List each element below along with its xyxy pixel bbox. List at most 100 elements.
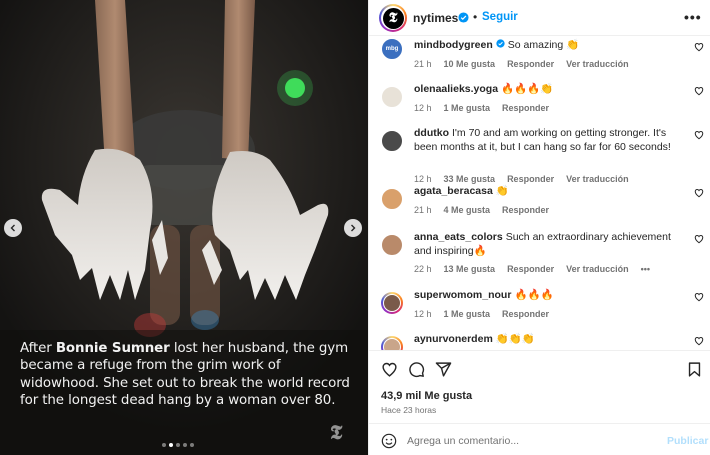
comment-time: 12 h <box>414 308 432 319</box>
verified-badge-icon <box>458 12 469 23</box>
comment-likes[interactable]: 13 Me gusta <box>444 264 496 274</box>
chevron-left-icon <box>10 224 15 232</box>
post-photo[interactable]: After Bonnie Sumner lost her husband, th… <box>0 0 368 455</box>
header-separator: • <box>473 10 478 24</box>
comment-body: 👏 <box>495 185 509 197</box>
comment-body: 🔥🔥🔥👏 <box>501 83 554 95</box>
carousel-dots <box>162 443 194 447</box>
translate-button[interactable]: Ver traducción <box>566 174 629 184</box>
comment-username[interactable]: olenaalieks.yoga <box>414 83 498 95</box>
follow-button[interactable]: Seguir <box>482 11 518 23</box>
nyt-watermark-logo: 𝕿 <box>330 420 343 444</box>
comment-username[interactable]: mindbodygreen <box>414 39 493 51</box>
comment-more-icon[interactable]: ••• <box>641 264 650 274</box>
carousel-dot[interactable] <box>169 443 173 447</box>
comment-text: anna_eats_colors Such an extraordinary ac… <box>414 231 684 258</box>
reply-button[interactable]: Responder <box>507 59 554 69</box>
carousel-prev-button[interactable] <box>4 219 22 237</box>
comment-meta: 12 h 1 Me gusta Responder <box>414 309 549 319</box>
comment-text: superwomom_nour 🔥🔥🔥 <box>414 289 684 303</box>
comment-text: mindbodygreen So amazing 👏 <box>414 39 684 53</box>
comment-username[interactable]: aynurvonerdem <box>414 333 493 345</box>
comment-like-icon[interactable] <box>694 336 704 346</box>
comment-body: I'm 70 and am working on getting stronge… <box>414 127 671 153</box>
comment-time: 12 h <box>414 102 432 113</box>
comment-input[interactable] <box>407 432 657 450</box>
carousel-next-button[interactable] <box>344 219 362 237</box>
comment-like-icon[interactable] <box>694 188 704 198</box>
carousel-dot[interactable] <box>190 443 194 447</box>
nyt-logo: 𝕿 <box>382 7 404 29</box>
comment-likes[interactable]: 10 Me gusta <box>444 59 496 69</box>
comment-like-icon[interactable] <box>694 234 704 244</box>
commenter-avatar[interactable] <box>381 130 403 152</box>
post-side-panel: 𝕿 nytimes • Seguir ••• mbg mindbodygreen S… <box>368 0 710 455</box>
carousel-dot[interactable] <box>176 443 180 447</box>
publish-button[interactable]: Publicar <box>667 435 708 447</box>
comment-body: 👏👏👏 <box>495 333 536 345</box>
save-icon[interactable] <box>686 361 703 378</box>
commenter-avatar[interactable] <box>381 292 403 314</box>
comment-icon[interactable] <box>408 361 425 378</box>
comment-like-icon[interactable] <box>694 130 704 140</box>
heart-icon[interactable] <box>381 361 398 378</box>
commenter-avatar[interactable] <box>381 188 403 210</box>
comment-like-icon[interactable] <box>694 86 704 96</box>
comment-text: ddutko I'm 70 and am working on getting s… <box>414 127 684 154</box>
comment-meta: 22 h 13 Me gusta Responder Ver traducción ••… <box>414 264 650 274</box>
profile-username[interactable]: nytimes <box>413 11 458 25</box>
reply-button[interactable]: Responder <box>502 103 549 113</box>
comment-body: 🔥🔥🔥 <box>514 289 554 301</box>
comment-likes[interactable]: 1 Me gusta <box>444 103 491 113</box>
translate-button[interactable]: Ver traducción <box>566 264 629 274</box>
comment-meta: 12 h 1 Me gusta Responder <box>414 103 549 113</box>
comment-time: 22 h <box>414 264 432 274</box>
comment-text: agata_beracasa 👏 <box>414 185 684 199</box>
caption-intro: After <box>20 341 56 356</box>
translate-button[interactable]: Ver traducción <box>566 59 629 69</box>
comment-time: 21 h <box>414 204 432 215</box>
post-actions: 43,9 mil Me gusta Hace 23 horas <box>369 350 710 420</box>
comments-list[interactable]: mbg mindbodygreen So amazing 👏 21 h 10 Me gu… <box>369 36 710 350</box>
comment-composer: Publicar <box>369 423 710 455</box>
reply-button[interactable]: Responder <box>507 174 554 184</box>
comment-meta: 21 h 10 Me gusta Responder Ver traducción <box>414 59 629 69</box>
more-options-icon[interactable]: ••• <box>684 9 702 25</box>
reply-button[interactable]: Responder <box>502 205 549 215</box>
comment-time: 12 h <box>414 173 432 184</box>
reply-button[interactable]: Responder <box>502 309 549 319</box>
comment-username[interactable]: anna_eats_colors <box>414 231 503 243</box>
caption-name: Bonnie Sumner <box>55 341 170 356</box>
post-time[interactable]: Hace 23 horas <box>381 405 436 415</box>
share-icon[interactable] <box>435 361 452 378</box>
comment-likes[interactable]: 4 Me gusta <box>444 205 491 215</box>
comment-likes[interactable]: 33 Me gusta <box>444 174 496 184</box>
comment-text: aynurvonerdem 👏👏👏 <box>414 333 684 347</box>
post-header: 𝕿 nytimes • Seguir ••• <box>369 0 710 36</box>
photo-caption: After Bonnie Sumner lost her husband, th… <box>20 340 355 410</box>
reply-button[interactable]: Responder <box>507 264 554 274</box>
comment-meta: 12 h 33 Me gusta Responder Ver traducción <box>414 174 629 184</box>
emoji-icon[interactable] <box>381 433 397 449</box>
chevron-right-icon <box>351 224 356 232</box>
carousel-dot[interactable] <box>183 443 187 447</box>
commenter-avatar[interactable] <box>381 234 403 256</box>
comment-username[interactable]: superwomom_nour <box>414 289 511 301</box>
carousel-dot[interactable] <box>162 443 166 447</box>
comment-like-icon[interactable] <box>694 292 704 302</box>
comment-text: olenaalieks.yoga 🔥🔥🔥👏 <box>414 83 684 97</box>
comment-body: So amazing 👏 <box>507 39 580 51</box>
commenter-avatar[interactable] <box>381 86 403 108</box>
comment-time: 21 h <box>414 58 432 69</box>
comment-meta: 21 h 4 Me gusta Responder <box>414 205 549 215</box>
commenter-avatar[interactable]: mbg <box>381 38 403 60</box>
verified-badge-icon <box>496 39 505 48</box>
likes-count[interactable]: 43,9 mil Me gusta <box>381 390 472 402</box>
commenter-avatar[interactable] <box>381 336 403 350</box>
comment-username[interactable]: ddutko <box>414 127 449 139</box>
profile-avatar[interactable]: 𝕿 <box>379 4 407 32</box>
comment-username[interactable]: agata_beracasa <box>414 185 493 197</box>
avatar-logo-text: mbg <box>385 46 399 52</box>
comment-likes[interactable]: 1 Me gusta <box>444 309 491 319</box>
comment-like-icon[interactable] <box>694 42 704 52</box>
